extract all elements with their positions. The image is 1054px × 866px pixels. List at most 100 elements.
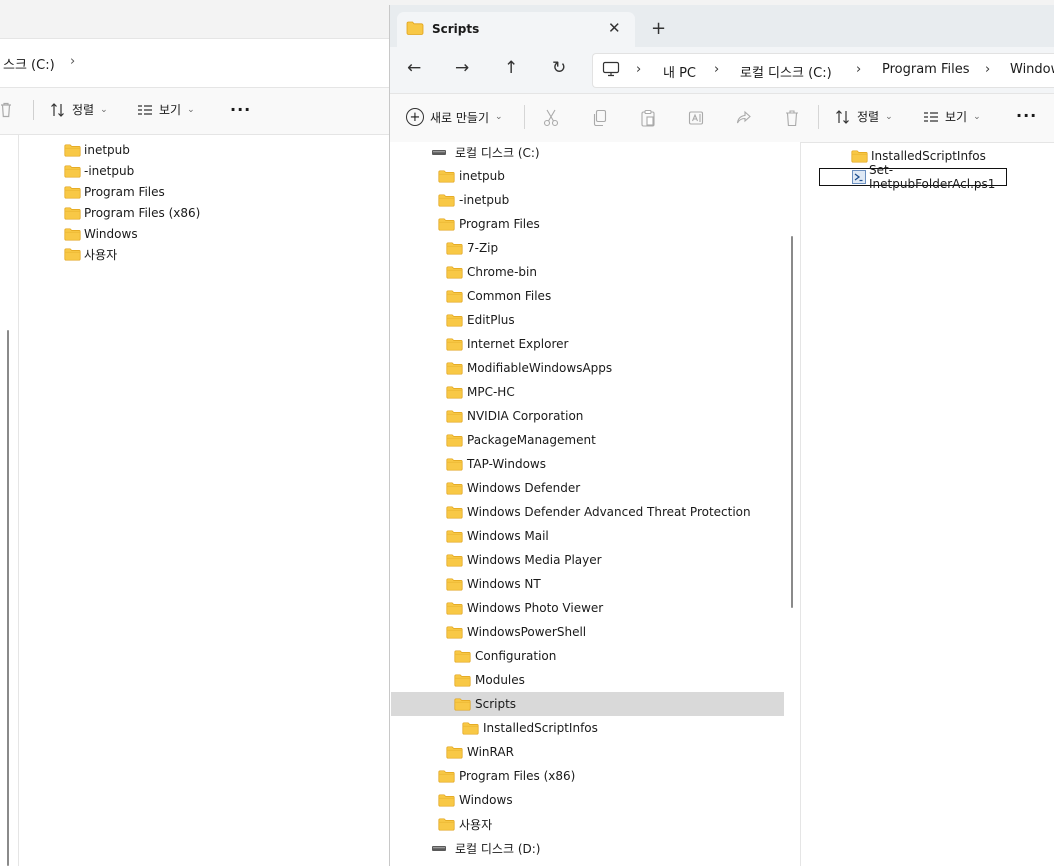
folder-icon — [454, 649, 471, 663]
breadcrumb-separator[interactable]: › — [636, 62, 641, 77]
nav-folder-item[interactable]: Windows — [438, 789, 513, 811]
folder-icon — [446, 529, 463, 543]
folder-icon — [446, 361, 463, 375]
nav-folder-item[interactable]: ModifiableWindowsApps — [446, 357, 612, 379]
background-more-button[interactable]: ··· — [230, 100, 251, 119]
chevron-down-icon: ⌄ — [885, 111, 893, 122]
nav-folder-item[interactable]: Configuration — [454, 645, 556, 667]
view-icon — [138, 104, 152, 115]
nav-drive-item[interactable]: 로컬 디스크 (D:) — [431, 837, 540, 859]
nav-folder-item[interactable]: Program Files — [438, 213, 540, 235]
background-view-button[interactable]: 보기 ⌄ — [137, 101, 195, 118]
nav-item-label: Windows NT — [467, 577, 541, 591]
background-tree-item[interactable]: 사용자 — [64, 244, 117, 264]
nav-folder-item[interactable]: Windows Defender — [446, 477, 580, 499]
background-tree-item[interactable]: Program Files — [64, 182, 165, 202]
rename-icon[interactable] — [688, 109, 704, 127]
forward-button[interactable]: → — [455, 58, 469, 78]
close-icon[interactable]: ✕ — [608, 19, 621, 37]
nav-folder-item[interactable]: 7-Zip — [446, 237, 498, 259]
nav-item-label: TAP-Windows — [467, 457, 546, 471]
nav-folder-item[interactable]: EditPlus — [446, 309, 515, 331]
nav-item-label: NVIDIA Corporation — [467, 409, 584, 423]
nav-item-label: Program Files (x86) — [459, 769, 576, 783]
pane-divider[interactable] — [800, 142, 801, 866]
folder-icon — [446, 265, 463, 279]
folder-icon — [446, 601, 463, 615]
content-item-label: InstalledScriptInfos — [871, 149, 986, 163]
background-pane-divider — [18, 134, 19, 866]
breadcrumb-local-disk-c[interactable]: 로컬 디스크 (C:) — [740, 62, 832, 81]
chevron-down-icon: ⌄ — [100, 104, 108, 115]
breadcrumb-this-pc[interactable]: 내 PC — [663, 62, 696, 81]
nav-folder-item[interactable]: Windows Photo Viewer — [446, 597, 603, 619]
new-tab-button[interactable]: + — [651, 18, 666, 39]
view-button[interactable]: 보기 ⌄ — [923, 108, 981, 125]
nav-folder-item[interactable]: Windows Media Player — [446, 549, 602, 571]
nav-folder-item[interactable]: -inetpub — [438, 189, 509, 211]
background-tree-item[interactable]: -inetpub — [64, 161, 134, 181]
nav-folder-item[interactable]: WinRAR — [446, 741, 514, 763]
trash-icon[interactable] — [784, 109, 800, 127]
nav-drive-item[interactable]: 로컬 디스크 (C:) — [431, 141, 540, 163]
nav-folder-item[interactable]: Program Files (x86) — [438, 765, 575, 787]
background-sort-button[interactable]: 정렬 ⌄ — [50, 101, 108, 118]
background-address-bar[interactable] — [0, 38, 392, 87]
nav-item-label: EditPlus — [467, 313, 515, 327]
nav-item-label: Modules — [475, 673, 525, 687]
nav-folder-item[interactable]: Chrome-bin — [446, 261, 537, 283]
nav-folder-item[interactable]: TAP-Windows — [446, 453, 546, 475]
new-button[interactable]: + 새로 만들기 ⌄ — [406, 108, 503, 126]
background-tree-item[interactable]: Program Files (x86) — [64, 203, 200, 223]
folder-icon — [438, 769, 455, 783]
nav-folder-item[interactable]: WindowsPowerShell — [446, 621, 586, 643]
folder-icon — [438, 193, 455, 207]
background-tree-item-label: Program Files — [84, 185, 165, 199]
share-icon[interactable] — [736, 109, 752, 127]
nav-folder-item[interactable]: Windows Mail — [446, 525, 549, 547]
sort-button[interactable]: 정렬 ⌄ — [835, 108, 893, 125]
nav-folder-item[interactable]: inetpub — [438, 165, 505, 187]
trash-icon[interactable] — [0, 102, 12, 118]
folder-icon — [446, 289, 463, 303]
paste-icon[interactable] — [640, 109, 656, 127]
nav-folder-item[interactable]: InstalledScriptInfos — [462, 717, 598, 739]
nav-folder-item[interactable]: Scripts — [454, 693, 516, 715]
background-tree-item-label: Windows — [84, 227, 138, 241]
nav-folder-item[interactable]: Internet Explorer — [446, 333, 568, 355]
background-scrollbar[interactable] — [7, 330, 9, 866]
refresh-button[interactable]: ↻ — [552, 58, 566, 78]
up-button[interactable]: ↑ — [504, 58, 518, 78]
plus-circle-icon: + — [406, 108, 424, 126]
breadcrumb-separator[interactable]: › — [714, 62, 719, 77]
nav-folder-item[interactable]: NVIDIA Corporation — [446, 405, 583, 427]
nav-item-label: InstalledScriptInfos — [483, 721, 598, 735]
nav-folder-item[interactable]: Windows NT — [446, 573, 541, 595]
nav-folder-item[interactable]: Common Files — [446, 285, 551, 307]
background-tree-item[interactable]: Windows — [64, 224, 138, 244]
breadcrumb-separator[interactable]: › — [856, 62, 861, 77]
view-label: 보기 — [159, 103, 182, 117]
folder-icon — [64, 164, 81, 178]
nav-folder-item[interactable]: MPC-HC — [446, 381, 515, 403]
background-tree-item[interactable]: inetpub — [64, 140, 130, 160]
breadcrumb-windows[interactable]: Windows — [1010, 62, 1054, 77]
nav-folder-item[interactable]: 사용자 — [438, 813, 492, 835]
nav-item-label: 로컬 디스크 (C:) — [455, 145, 540, 160]
breadcrumb-program-files[interactable]: Program Files — [882, 62, 970, 77]
breadcrumb-separator[interactable]: › — [985, 62, 990, 77]
more-options-button[interactable]: ··· — [1016, 106, 1037, 125]
nav-folder-item[interactable]: PackageManagement — [446, 429, 596, 451]
background-tree-item-label: Program Files (x86) — [84, 206, 201, 220]
content-file-item[interactable]: Set-InetpubFolderAcl.ps1 — [819, 163, 1007, 191]
nav-item-label: Windows Photo Viewer — [467, 601, 604, 615]
copy-icon[interactable] — [592, 109, 608, 127]
sort-icon — [836, 109, 849, 124]
nav-folder-item[interactable]: Modules — [454, 669, 525, 691]
back-button[interactable]: ← — [407, 58, 421, 78]
navigation-scrollbar[interactable] — [791, 236, 793, 608]
tab-title: Scripts — [432, 22, 480, 36]
cut-icon[interactable] — [543, 109, 559, 127]
nav-folder-item[interactable]: Windows Defender Advanced Threat Protect… — [446, 501, 751, 523]
background-address-chevron[interactable]: › — [70, 54, 75, 69]
